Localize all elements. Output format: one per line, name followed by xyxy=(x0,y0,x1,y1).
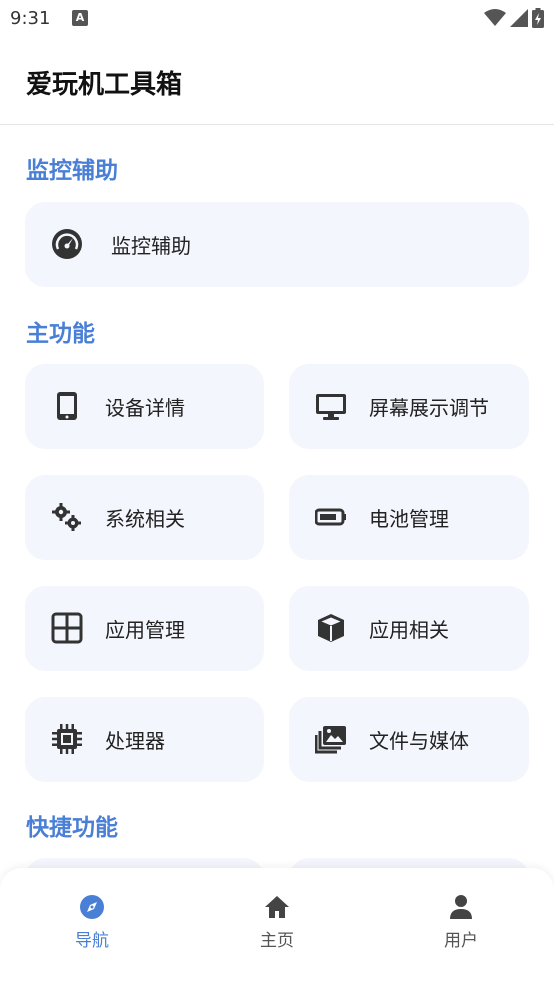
gears-icon xyxy=(51,501,83,533)
section-title-main: 主功能 xyxy=(26,321,95,347)
card-label: 应用管理 xyxy=(105,618,185,642)
card-label: 系统相关 xyxy=(105,507,185,531)
main-content: 监控辅助 监控辅助 主功能 设备详情 屏幕展示调节 系统相关 电池管理 应用管理… xyxy=(0,125,554,870)
card-system[interactable]: 系统相关 xyxy=(25,475,264,560)
nav-item-navigation[interactable]: 导航 xyxy=(32,894,152,951)
app-title: 爱玩机工具箱 xyxy=(26,70,183,100)
card-files-media[interactable]: 文件与媒体 xyxy=(289,697,529,782)
nav-label: 用户 xyxy=(444,931,478,951)
section-title-monitor: 监控辅助 xyxy=(26,158,118,184)
card-app-management[interactable]: 应用管理 xyxy=(25,586,264,671)
speedometer-icon xyxy=(51,228,83,260)
phone-icon xyxy=(51,390,83,422)
card-app-related[interactable]: 应用相关 xyxy=(289,586,529,671)
card-device-details[interactable]: 设备详情 xyxy=(25,364,264,449)
card-label: 屏幕展示调节 xyxy=(369,396,489,420)
signal-icon xyxy=(510,9,528,27)
nav-label: 主页 xyxy=(260,931,294,951)
status-bar: 9:31 A xyxy=(0,0,554,40)
card-processor[interactable]: 处理器 xyxy=(25,697,264,782)
card-monitor-assist[interactable]: 监控辅助 xyxy=(25,202,529,287)
status-time: 9:31 xyxy=(10,8,51,29)
card-battery[interactable]: 电池管理 xyxy=(289,475,529,560)
nav-item-home[interactable]: 主页 xyxy=(217,894,337,951)
notification-icon: A xyxy=(72,10,88,26)
cpu-icon xyxy=(51,723,83,755)
card-label: 电池管理 xyxy=(369,507,449,531)
battery-outline-icon xyxy=(315,501,347,533)
home-icon xyxy=(265,896,289,918)
nav-label: 导航 xyxy=(75,931,109,951)
section-title-quick: 快捷功能 xyxy=(26,815,118,841)
photos-icon xyxy=(315,723,347,755)
nav-item-user[interactable]: 用户 xyxy=(401,894,521,951)
bottom-nav: 导航 主页 用户 xyxy=(0,868,554,984)
app-bar: 爱玩机工具箱 xyxy=(0,40,554,125)
monitor-icon xyxy=(315,390,347,422)
status-icons xyxy=(484,8,544,28)
card-label: 应用相关 xyxy=(369,618,449,642)
card-label: 文件与媒体 xyxy=(369,729,469,753)
card-label: 处理器 xyxy=(105,729,165,753)
compass-icon xyxy=(80,895,104,919)
screen: 9:31 A 爱玩机工具箱 监控辅助 监控辅助 主功能 设备详情 屏幕展示调节 … xyxy=(0,0,554,984)
person-icon xyxy=(450,895,472,919)
card-label: 设备详情 xyxy=(105,396,185,420)
card-label: 监控辅助 xyxy=(111,234,191,258)
grid-icon xyxy=(51,612,83,644)
battery-icon xyxy=(532,8,544,28)
cube-icon xyxy=(315,612,347,644)
card-screen-display[interactable]: 屏幕展示调节 xyxy=(289,364,529,449)
wifi-icon xyxy=(484,9,506,26)
